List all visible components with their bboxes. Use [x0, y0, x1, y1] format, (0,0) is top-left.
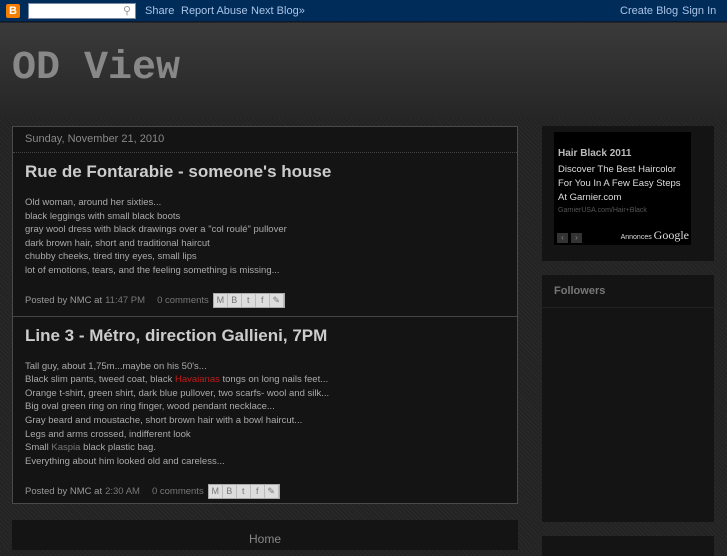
post-line: Legs and arms crossed, indifferent look — [25, 428, 191, 440]
text: tongs on long nails feet... — [219, 374, 329, 386]
text: Black slim pants, tweed coat, black — [25, 374, 175, 386]
post-title[interactable]: Line 3 - Métro, direction Gallieni, 7PM — [25, 326, 505, 346]
adsense-ad[interactable]: Hair Black 2011 Discover The Best Hairco… — [554, 132, 691, 245]
comments-link[interactable]: 0 comments — [152, 486, 204, 497]
blog-title[interactable]: OD View — [12, 46, 180, 91]
email-icon[interactable]: M — [209, 484, 223, 498]
create-blog-link[interactable]: Create Blog — [620, 5, 678, 17]
text: Small — [25, 442, 52, 454]
blogthis-icon[interactable]: B — [228, 294, 242, 308]
date-header: Sunday, November 21, 2010 — [13, 127, 517, 153]
post-line: Black slim pants, tweed coat, black Hava… — [25, 373, 505, 387]
email-icon[interactable]: M — [214, 294, 228, 308]
search-icon[interactable]: ⚲ — [123, 4, 131, 17]
sidebar-widget — [542, 536, 714, 556]
prev-arrow-icon[interactable]: ‹ — [557, 233, 568, 243]
next-arrow-icon[interactable]: › — [571, 233, 582, 243]
ad-widget: Hair Black 2011 Discover The Best Hairco… — [542, 126, 714, 261]
next-blog-link[interactable]: Next Blog» — [251, 5, 305, 17]
post-divider — [13, 315, 517, 317]
home-link[interactable]: Home — [249, 532, 281, 546]
post-line: lot of emotions, tears, and the feeling … — [25, 264, 280, 276]
post-time-link[interactable]: 11:47 PM — [105, 295, 145, 306]
share-buttons: M B t f ✎ — [212, 293, 285, 309]
post-line: black leggings with small black boots — [25, 210, 181, 222]
post: Rue de Fontarabie - someone's house Old … — [13, 162, 517, 317]
facebook-icon[interactable]: f — [251, 484, 265, 498]
post: Line 3 - Métro, direction Gallieni, 7PM … — [13, 326, 517, 502]
comments-link[interactable]: 0 comments — [157, 295, 209, 306]
followers-widget: Followers — [542, 275, 714, 522]
havaianas-link[interactable]: Havaianas — [175, 374, 220, 385]
post-line: Small Kaspia black plastic bag. — [25, 441, 505, 455]
posted-by: Posted by NMC at — [25, 295, 103, 307]
post-line: Old woman, around her sixties... — [25, 197, 162, 208]
text: black plastic bag. — [80, 442, 156, 454]
post-body: Tall guy, about 1,75m...maybe on his 50'… — [25, 360, 505, 469]
annonces-label: Annonces — [620, 234, 652, 241]
post-line: Tall guy, about 1,75m...maybe on his 50'… — [25, 360, 207, 372]
post-line: Gray beard and moustache, short brown ha… — [25, 414, 303, 426]
ads-by-google[interactable]: Annonces Google — [621, 228, 689, 243]
post-line: Everything about him looked old and care… — [25, 455, 225, 467]
post-body: Old woman, around her sixties... black l… — [25, 196, 505, 278]
post-title[interactable]: Rue de Fontarabie - someone's house — [25, 162, 505, 182]
share-buttons: M B t f ✎ — [207, 483, 280, 499]
report-abuse-link[interactable]: Report Abuse — [181, 5, 248, 17]
post-line: Big oval green ring on ring finger, wood… — [25, 401, 275, 413]
search-input[interactable]: ⚲ — [28, 3, 136, 19]
post-footer: Posted by NMC at 2:30 AM 0 comments M B … — [25, 481, 505, 501]
post-line: dark brown hair, short and traditional h… — [25, 237, 210, 249]
main-posts: Sunday, November 21, 2010 Rue de Fontara… — [12, 126, 518, 504]
kaspia-link[interactable]: Kaspia — [51, 442, 80, 453]
post-line: chubby cheeks, tired tiny eyes, small li… — [25, 251, 197, 263]
blogger-logo-icon[interactable]: B — [6, 4, 20, 18]
sign-in-link[interactable]: Sign In — [682, 5, 716, 17]
share-link[interactable]: Share — [145, 5, 174, 17]
blogthis-icon[interactable]: B — [223, 484, 237, 498]
facebook-icon[interactable]: f — [256, 294, 270, 308]
blogger-navbar: B ⚲ Share Report Abuse Next Blog» Create… — [0, 0, 727, 22]
post-line: Orange t-shirt, green shirt, dark blue p… — [25, 387, 330, 399]
google-logo: Google — [653, 228, 689, 242]
buzz-icon[interactable]: ✎ — [270, 294, 284, 308]
twitter-icon[interactable]: t — [237, 484, 251, 498]
twitter-icon[interactable]: t — [242, 294, 256, 308]
followers-title: Followers — [542, 275, 714, 308]
buzz-icon[interactable]: ✎ — [265, 484, 279, 498]
home-link-box: Home — [12, 520, 518, 550]
ad-headline[interactable]: Hair Black 2011 — [558, 148, 687, 159]
post-footer: Posted by NMC at 11:47 PM 0 comments M B… — [25, 291, 505, 311]
post-time-link[interactable]: 2:30 AM — [105, 486, 140, 497]
ad-description[interactable]: Discover The Best Haircolor For You In A… — [558, 163, 687, 205]
posted-by: Posted by NMC at — [25, 485, 103, 497]
post-line: gray wool dress with black drawings over… — [25, 224, 287, 236]
ad-url[interactable]: GarnierUSA.com/Hair+Black — [558, 207, 687, 214]
